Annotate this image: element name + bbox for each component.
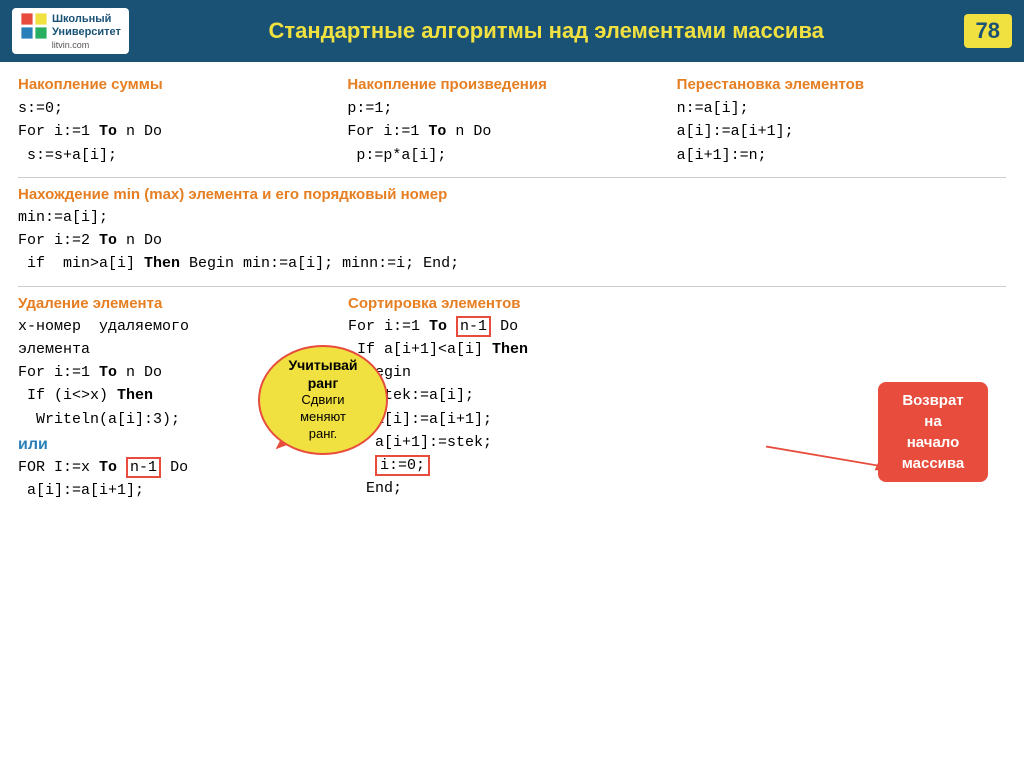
col-sum-code: s:=0; For i:=1 To n Do s:=s+a[i]; xyxy=(18,97,337,167)
col-sum-title: Накопление суммы xyxy=(18,76,337,93)
bottom-section: Удаление элемента x-номер удаляемого эле… xyxy=(18,295,1006,503)
logo: Школьный Университет litvin.com xyxy=(12,8,129,54)
code-line: a[i]:=a[i+1]; xyxy=(18,479,328,502)
code-line: a[i+1]:=n; xyxy=(677,144,996,167)
col-swap: Перестановка элементов n:=a[i]; a[i]:=a[… xyxy=(677,76,1006,167)
delete-title: Удаление элемента xyxy=(18,295,328,312)
logo-text-sub: Университет xyxy=(52,26,121,39)
callout-bubble: Учитывай ранг Сдвиги меняют ранг. xyxy=(258,345,388,455)
col-sum: Накопление суммы s:=0; For i:=1 To n Do … xyxy=(18,76,347,167)
callout-line2: ранг xyxy=(308,374,339,392)
col-swap-code: n:=a[i]; a[i]:=a[i+1]; a[i+1]:=n; xyxy=(677,97,996,167)
code-line: x-номер удаляемого xyxy=(18,315,328,338)
callout-line3: Сдвиги xyxy=(301,392,344,409)
main-content: Накопление суммы s:=0; For i:=1 To n Do … xyxy=(0,62,1024,512)
col-product: Накопление произведения p:=1; For i:=1 T… xyxy=(347,76,676,167)
logo-url: litvin.com xyxy=(52,40,90,50)
code-line: s:=0; xyxy=(18,97,337,120)
code-line: p:=p*a[i]; xyxy=(347,144,666,167)
col-swap-title: Перестановка элементов xyxy=(677,76,996,93)
code-line: p:=1; xyxy=(347,97,666,120)
code-line: For i:=1 To n-1 Do xyxy=(348,315,1006,338)
return-bubble: Возврат на начало массива xyxy=(878,382,988,482)
top-section: Накопление суммы s:=0; For i:=1 To n Do … xyxy=(18,76,1006,167)
code-line: For i:=2 To n Do xyxy=(18,229,1006,252)
page-number: 78 xyxy=(964,14,1012,48)
logo-text-main: Школьный xyxy=(52,13,121,26)
code-line: a[i]:=a[i+1]; xyxy=(677,120,996,143)
min-section: Нахождение min (max) элемента и его поря… xyxy=(18,186,1006,276)
sort-title: Сортировка элементов xyxy=(348,295,1006,312)
logo-icon xyxy=(20,12,48,40)
bottom-right: Сортировка элементов For i:=1 To n-1 Do … xyxy=(338,295,1006,503)
callout-line1: Учитывай xyxy=(288,356,357,374)
header: Школьный Университет litvin.com Стандарт… xyxy=(0,0,1024,62)
min-section-code: min:=a[i]; For i:=2 To n Do if min>a[i] … xyxy=(18,206,1006,276)
code-line: if min>a[i] Then Begin min:=a[i]; minn:=… xyxy=(18,252,1006,275)
callout-line4: меняют xyxy=(300,409,346,426)
code-line: s:=s+a[i]; xyxy=(18,144,337,167)
delete-code2: FOR I:=x To n-1 Do a[i]:=a[i+1]; xyxy=(18,456,328,503)
code-line: For i:=1 To n Do xyxy=(18,120,337,143)
divider-2 xyxy=(18,286,1006,287)
col-product-title: Накопление произведения xyxy=(347,76,666,93)
code-line: For i:=1 To n Do xyxy=(347,120,666,143)
code-line: min:=a[i]; xyxy=(18,206,1006,229)
callout-line5: ранг. xyxy=(309,426,337,443)
code-line: If a[i+1]<a[i] Then xyxy=(348,338,1006,361)
col-product-code: p:=1; For i:=1 To n Do p:=p*a[i]; xyxy=(347,97,666,167)
divider-1 xyxy=(18,177,1006,178)
header-title: Стандартные алгоритмы над элементами мас… xyxy=(141,18,952,44)
code-line: FOR I:=x To n-1 Do xyxy=(18,456,328,479)
min-section-title: Нахождение min (max) элемента и его поря… xyxy=(18,186,1006,203)
code-line: Begin xyxy=(348,361,1006,384)
code-line: n:=a[i]; xyxy=(677,97,996,120)
